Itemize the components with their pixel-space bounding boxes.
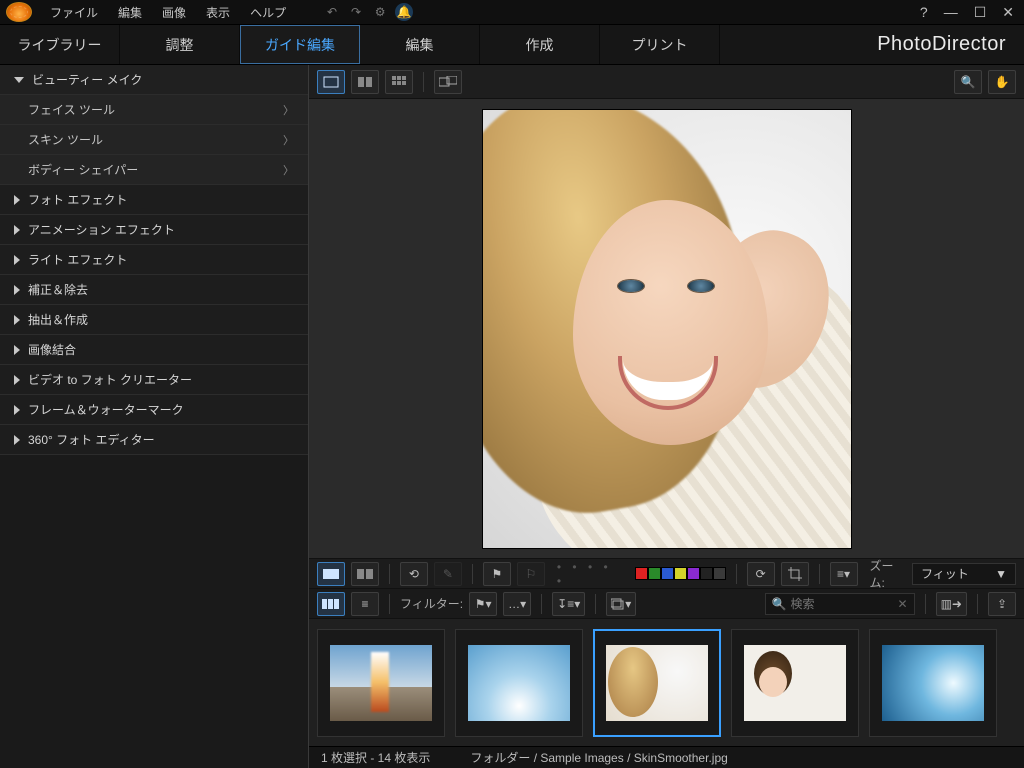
viewmode-grid-icon[interactable] <box>385 70 413 94</box>
group-animation-effect[interactable]: アニメーション エフェクト <box>0 215 308 245</box>
search-icon: 🔍 <box>772 597 787 611</box>
minimize-icon[interactable]: ― <box>940 4 962 20</box>
flag-off-icon[interactable]: ⚐ <box>517 562 545 586</box>
bell-icon[interactable]: 🔔 <box>395 3 413 21</box>
thumb-2[interactable] <box>455 629 583 737</box>
strip-split-icon[interactable] <box>351 562 379 586</box>
color-label-swatch[interactable] <box>713 567 726 580</box>
chevron-down-icon: ▼ <box>995 567 1007 581</box>
color-label-swatch[interactable] <box>635 567 648 580</box>
secondary-monitor-icon[interactable] <box>434 70 462 94</box>
tab-edit[interactable]: 編集 <box>360 25 480 64</box>
brush-icon: ✎ <box>434 562 462 586</box>
strip-full-icon[interactable] <box>317 562 345 586</box>
menu-edit[interactable]: 編集 <box>108 1 152 24</box>
group-fix-remove[interactable]: 補正＆除去 <box>0 275 308 305</box>
clear-search-icon[interactable]: ✕ <box>898 597 908 611</box>
tab-library[interactable]: ライブラリー <box>0 25 120 64</box>
color-label-swatch[interactable] <box>700 567 713 580</box>
chevron-right-icon: 〉 <box>283 162 294 178</box>
zoom-label: ズーム: <box>870 557 906 591</box>
menu-view[interactable]: 表示 <box>196 1 240 24</box>
filter-label: フィルター: <box>400 595 463 612</box>
sub-body-shaper[interactable]: ボディー シェイパー〉 <box>0 155 308 185</box>
flag-icon[interactable]: ⚑ <box>483 562 511 586</box>
color-label-swatch[interactable] <box>674 567 687 580</box>
stack-icon[interactable]: ▾ <box>606 592 636 616</box>
viewmode-single-icon[interactable] <box>317 70 345 94</box>
menu-help[interactable]: ヘルプ <box>240 1 296 24</box>
chevron-right-icon: 〉 <box>283 102 294 118</box>
group-beauty[interactable]: ビューティー メイク <box>0 65 308 95</box>
close-icon[interactable]: ✕ <box>998 4 1018 21</box>
crop-icon[interactable] <box>781 562 809 586</box>
thumb-1[interactable] <box>317 629 445 737</box>
color-label-swatch[interactable] <box>687 567 700 580</box>
app-logo <box>6 2 32 22</box>
menu-file[interactable]: ファイル <box>40 1 108 24</box>
tab-guided[interactable]: ガイド編集 <box>240 25 360 64</box>
sub-face-tool[interactable]: フェイス ツール〉 <box>0 95 308 125</box>
maximize-icon[interactable]: ☐ <box>970 4 991 21</box>
share-icon[interactable]: ⇪ <box>988 592 1016 616</box>
thumbsize-list-icon[interactable]: ≡ <box>351 592 379 616</box>
zoom-select[interactable]: フィット▼ <box>912 563 1016 585</box>
group-light-effect[interactable]: ライト エフェクト <box>0 245 308 275</box>
group-360-editor[interactable]: 360° フォト エディター <box>0 425 308 455</box>
undo-icon[interactable]: ↶ <box>323 3 341 21</box>
sub-skin-tool[interactable]: スキン ツール〉 <box>0 125 308 155</box>
chevron-right-icon: 〉 <box>283 132 294 148</box>
rating-dots[interactable]: • • • • • <box>557 560 623 588</box>
redo-icon[interactable]: ↷ <box>347 3 365 21</box>
rotate-cw-icon[interactable]: ⟳ <box>747 562 775 586</box>
zoom-tool-icon[interactable]: 🔍 <box>954 70 982 94</box>
viewmode-compare-icon[interactable] <box>351 70 379 94</box>
preview-image <box>482 109 852 549</box>
group-video-to-photo[interactable]: ビデオ to フォト クリエーター <box>0 365 308 395</box>
filter-flag-icon[interactable]: ⚑▾ <box>469 592 497 616</box>
thumbsize-large-icon[interactable] <box>317 592 345 616</box>
status-path: フォルダー / Sample Images / SkinSmoother.jpg <box>470 749 727 766</box>
gear-icon[interactable]: ⚙ <box>371 3 389 21</box>
filter-more-icon[interactable]: …▾ <box>503 592 531 616</box>
thumb-3-selected[interactable] <box>593 629 721 737</box>
group-frame-watermark[interactable]: フレーム＆ウォーターマーク <box>0 395 308 425</box>
color-labels[interactable] <box>635 567 726 580</box>
menu-image[interactable]: 画像 <box>152 1 196 24</box>
guided-sidebar: ビューティー メイク フェイス ツール〉 スキン ツール〉 ボディー シェイパー… <box>0 65 309 768</box>
color-label-swatch[interactable] <box>661 567 674 580</box>
sort-icon[interactable]: ≡▾ <box>830 562 858 586</box>
preview-canvas[interactable] <box>309 99 1024 558</box>
tab-create[interactable]: 作成 <box>480 25 600 64</box>
color-label-swatch[interactable] <box>648 567 661 580</box>
pan-tool-icon[interactable]: ✋ <box>988 70 1016 94</box>
brand-label: PhotoDirector <box>859 25 1024 64</box>
group-extract-create[interactable]: 抽出＆作成 <box>0 305 308 335</box>
tab-adjust[interactable]: 調整 <box>120 25 240 64</box>
search-input[interactable]: 🔍 ✕ <box>765 593 915 615</box>
rotate-ccw-icon[interactable]: ⟲ <box>400 562 428 586</box>
tab-print[interactable]: プリント <box>600 25 720 64</box>
thumb-4[interactable] <box>731 629 859 737</box>
help-icon[interactable]: ? <box>916 4 932 20</box>
group-merge[interactable]: 画像結合 <box>0 335 308 365</box>
status-selection: 1 枚選択 - 14 枚表示 <box>321 749 430 766</box>
group-photo-effect[interactable]: フォト エフェクト <box>0 185 308 215</box>
thumb-5[interactable] <box>869 629 997 737</box>
export-icon[interactable]: ▥➜ <box>936 592 967 616</box>
filter-sort-icon[interactable]: ↧≡▾ <box>552 592 585 616</box>
filmstrip[interactable] <box>309 618 1024 746</box>
